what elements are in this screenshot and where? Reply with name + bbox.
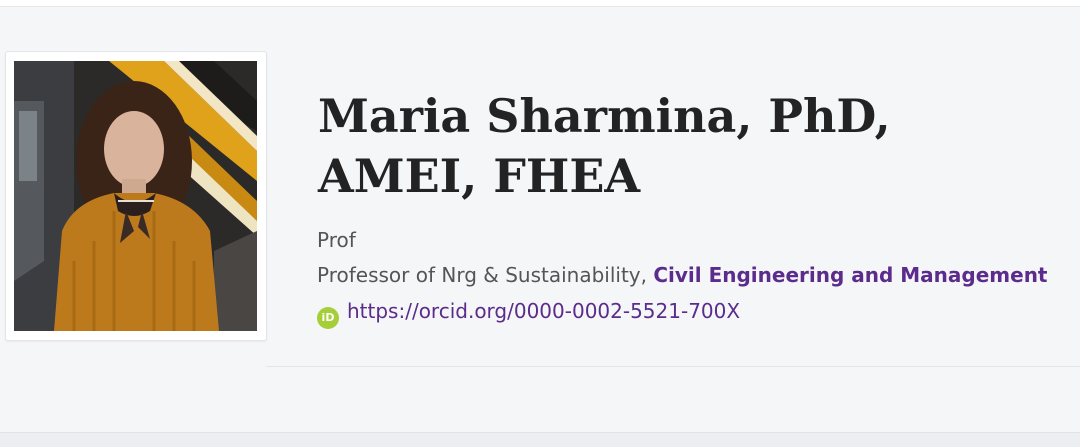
profile-position: Professor of Nrg & Sustainability, Civil…	[317, 261, 1048, 289]
profile-rank: Prof	[317, 228, 356, 252]
profile-photo-card	[5, 51, 267, 341]
orcid-link[interactable]: https://orcid.org/0000-0002-5521-700X	[347, 299, 740, 323]
department-link[interactable]: Civil Engineering and Management	[653, 263, 1047, 287]
bottom-divider	[0, 432, 1080, 447]
profile-photo	[14, 61, 257, 331]
orcid-icon: iD	[317, 307, 339, 329]
profile-info: Maria Sharmina, PhD, AMEI, FHEA Prof Pro…	[266, 0, 1080, 367]
position-title: Professor of Nrg & Sustainability,	[317, 263, 647, 287]
profile-name: Maria Sharmina, PhD, AMEI, FHEA	[318, 89, 891, 203]
orcid-row: iD https://orcid.org/0000-0002-5521-700X	[317, 297, 740, 329]
